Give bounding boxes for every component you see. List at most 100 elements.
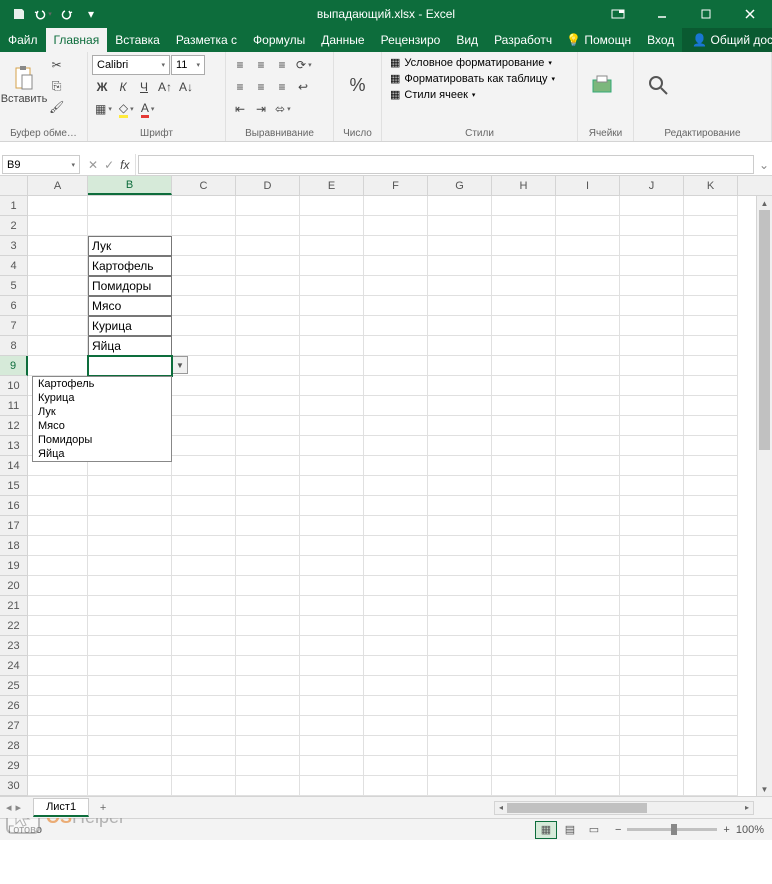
cell-D5[interactable]: [236, 276, 300, 296]
cell-G16[interactable]: [428, 496, 492, 516]
cell-C1[interactable]: [172, 196, 236, 216]
cell-K27[interactable]: [684, 716, 738, 736]
cell-B27[interactable]: [88, 716, 172, 736]
row-header-17[interactable]: 17: [0, 516, 28, 536]
cell-G2[interactable]: [428, 216, 492, 236]
row-header-27[interactable]: 27: [0, 716, 28, 736]
cell-C24[interactable]: [172, 656, 236, 676]
cell-H5[interactable]: [492, 276, 556, 296]
cell-J10[interactable]: [620, 376, 684, 396]
cell-J8[interactable]: [620, 336, 684, 356]
cell-B24[interactable]: [88, 656, 172, 676]
column-header-J[interactable]: J: [620, 176, 684, 195]
cell-A9[interactable]: [28, 356, 88, 376]
cell-A26[interactable]: [28, 696, 88, 716]
cell-G1[interactable]: [428, 196, 492, 216]
zoom-out-button[interactable]: −: [615, 824, 621, 836]
column-header-A[interactable]: A: [28, 176, 88, 195]
cell-J6[interactable]: [620, 296, 684, 316]
cell-K30[interactable]: [684, 776, 738, 796]
cell-C19[interactable]: [172, 556, 236, 576]
view-page-layout-button[interactable]: ▤: [559, 821, 581, 839]
cell-K14[interactable]: [684, 456, 738, 476]
cell-C25[interactable]: [172, 676, 236, 696]
cell-K19[interactable]: [684, 556, 738, 576]
row-header-25[interactable]: 25: [0, 676, 28, 696]
cell-B2[interactable]: [88, 216, 172, 236]
row-header-19[interactable]: 19: [0, 556, 28, 576]
cell-D27[interactable]: [236, 716, 300, 736]
cell-J12[interactable]: [620, 416, 684, 436]
row-header-15[interactable]: 15: [0, 476, 28, 496]
cell-D24[interactable]: [236, 656, 300, 676]
scroll-down-button[interactable]: ▼: [757, 782, 772, 796]
cell-D26[interactable]: [236, 696, 300, 716]
cell-B26[interactable]: [88, 696, 172, 716]
row-header-11[interactable]: 11: [0, 396, 28, 416]
cell-C15[interactable]: [172, 476, 236, 496]
cell-E10[interactable]: [300, 376, 364, 396]
cell-K9[interactable]: [684, 356, 738, 376]
row-header-9[interactable]: 9: [0, 356, 28, 376]
cell-I21[interactable]: [556, 596, 620, 616]
cell-J29[interactable]: [620, 756, 684, 776]
cell-I13[interactable]: [556, 436, 620, 456]
align-center-button[interactable]: ≡: [251, 77, 271, 97]
cell-B28[interactable]: [88, 736, 172, 756]
conditional-formatting-button[interactable]: ▦Условное форматирование▾: [386, 55, 559, 70]
cell-C17[interactable]: [172, 516, 236, 536]
cell-G18[interactable]: [428, 536, 492, 556]
cell-I4[interactable]: [556, 256, 620, 276]
scroll-right-button[interactable]: ▸: [741, 802, 753, 814]
cell-E15[interactable]: [300, 476, 364, 496]
wrap-text-button[interactable]: ↩: [293, 77, 313, 97]
cell-J3[interactable]: [620, 236, 684, 256]
cell-J1[interactable]: [620, 196, 684, 216]
column-header-G[interactable]: G: [428, 176, 492, 195]
cell-G27[interactable]: [428, 716, 492, 736]
cell-G12[interactable]: [428, 416, 492, 436]
cell-D30[interactable]: [236, 776, 300, 796]
cell-E27[interactable]: [300, 716, 364, 736]
cell-F23[interactable]: [364, 636, 428, 656]
cell-C6[interactable]: [172, 296, 236, 316]
row-header-30[interactable]: 30: [0, 776, 28, 796]
fill-color-button[interactable]: ◇: [116, 99, 137, 119]
cell-E19[interactable]: [300, 556, 364, 576]
cell-J21[interactable]: [620, 596, 684, 616]
cell-D22[interactable]: [236, 616, 300, 636]
cell-D18[interactable]: [236, 536, 300, 556]
cell-J17[interactable]: [620, 516, 684, 536]
shrink-font-button[interactable]: A↓: [176, 77, 196, 97]
cell-G5[interactable]: [428, 276, 492, 296]
cells-button[interactable]: [582, 55, 622, 115]
share-button[interactable]: 👤 Общий доступ: [682, 28, 772, 52]
cell-E12[interactable]: [300, 416, 364, 436]
cell-I18[interactable]: [556, 536, 620, 556]
vertical-scrollbar[interactable]: ▲ ▼: [756, 196, 772, 796]
qat-customize-button[interactable]: ▾: [80, 3, 102, 25]
cell-E2[interactable]: [300, 216, 364, 236]
tab-page-layout[interactable]: Разметка с: [168, 28, 245, 52]
cell-A7[interactable]: [28, 316, 88, 336]
save-button[interactable]: [8, 3, 30, 25]
cell-J16[interactable]: [620, 496, 684, 516]
cell-K29[interactable]: [684, 756, 738, 776]
cell-B17[interactable]: [88, 516, 172, 536]
cell-B16[interactable]: [88, 496, 172, 516]
cell-I23[interactable]: [556, 636, 620, 656]
dropdown-option-2[interactable]: Лук: [33, 405, 171, 419]
cell-I28[interactable]: [556, 736, 620, 756]
cell-I20[interactable]: [556, 576, 620, 596]
cell-H26[interactable]: [492, 696, 556, 716]
column-header-I[interactable]: I: [556, 176, 620, 195]
cell-K6[interactable]: [684, 296, 738, 316]
cell-E18[interactable]: [300, 536, 364, 556]
row-header-23[interactable]: 23: [0, 636, 28, 656]
cell-J5[interactable]: [620, 276, 684, 296]
cell-A25[interactable]: [28, 676, 88, 696]
cell-D25[interactable]: [236, 676, 300, 696]
cell-F28[interactable]: [364, 736, 428, 756]
cell-G21[interactable]: [428, 596, 492, 616]
cell-C3[interactable]: [172, 236, 236, 256]
